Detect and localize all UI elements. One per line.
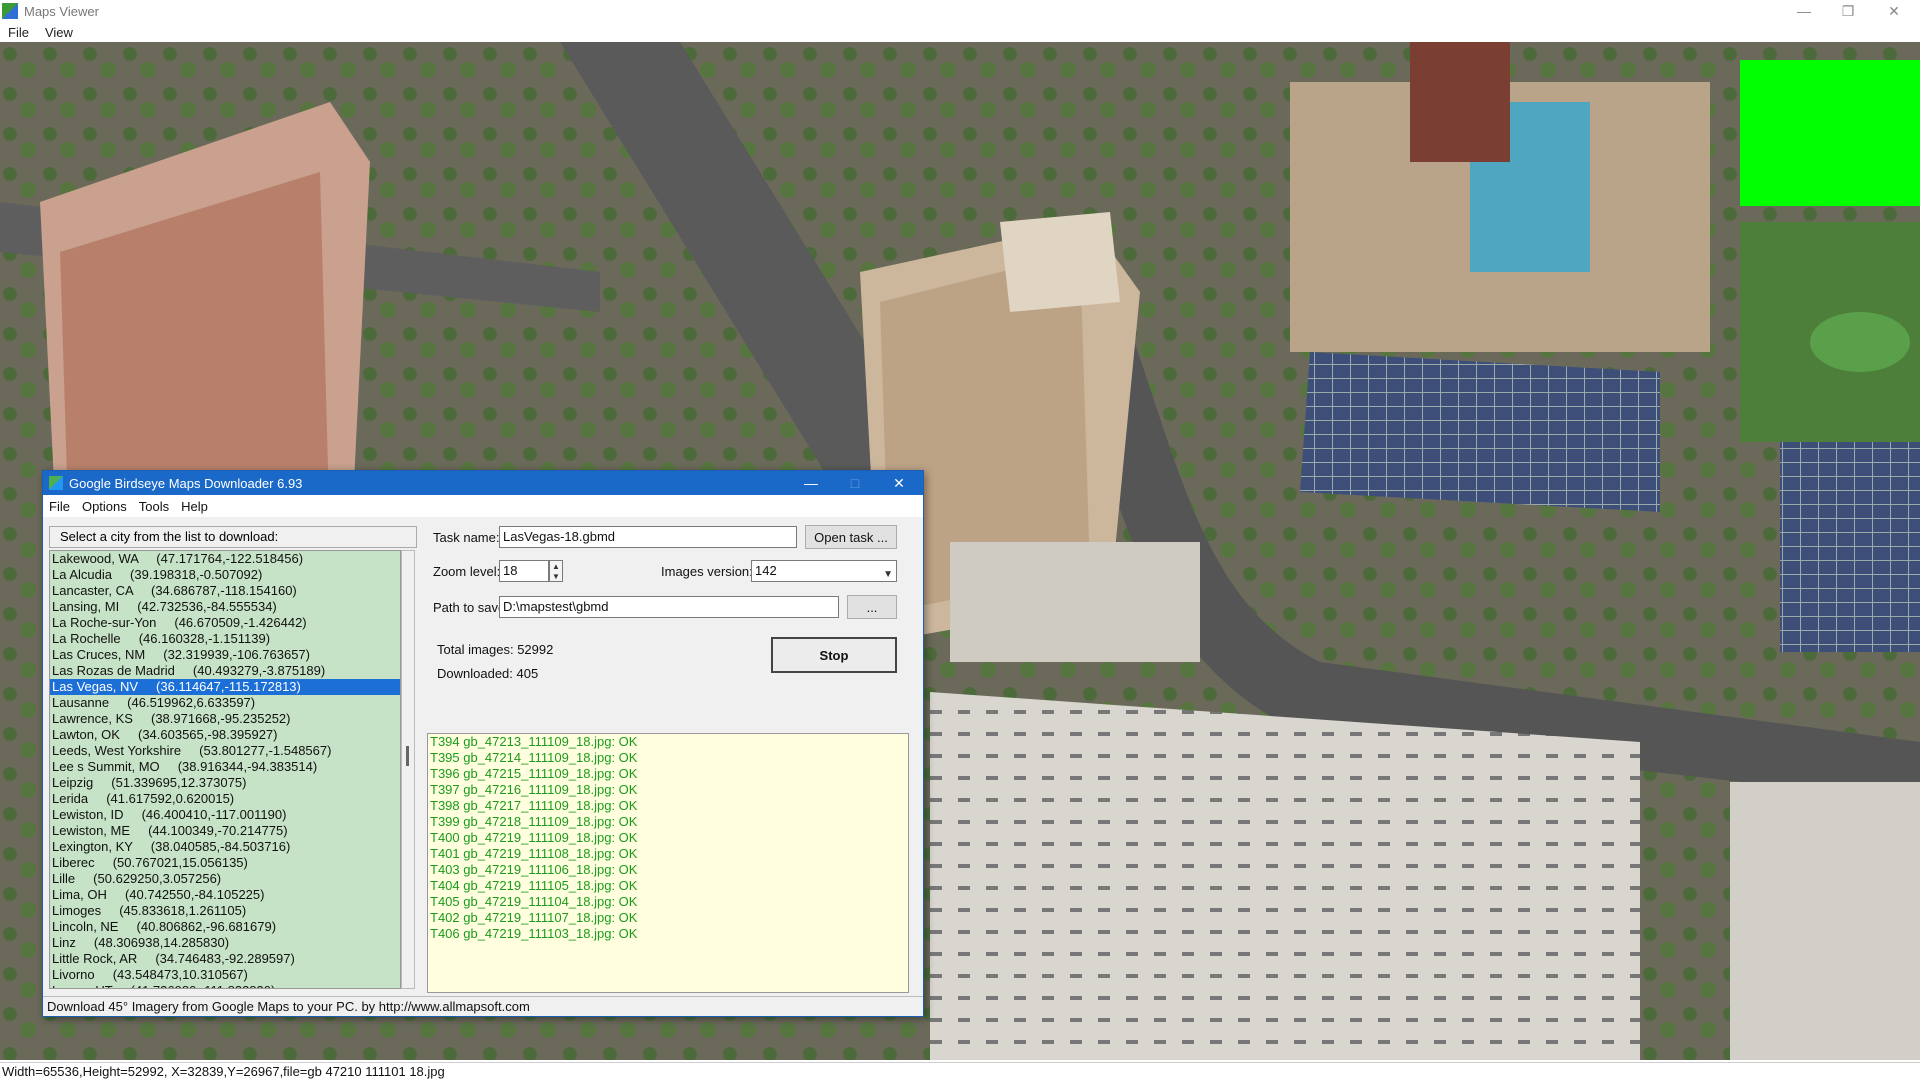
city-list-item[interactable]: Lewiston, ID (46.400410,-117.001190) <box>50 807 400 823</box>
city-list-item[interactable]: Linz (48.306938,14.285830) <box>50 935 400 951</box>
browse-button[interactable]: ... <box>847 595 897 619</box>
minimize-icon[interactable]: — <box>1782 0 1826 22</box>
city-list-item[interactable]: Lancaster, CA (34.686787,-118.154160) <box>50 583 400 599</box>
city-list-item[interactable]: Lille (50.629250,3.057256) <box>50 871 400 887</box>
city-list-item[interactable]: Las Cruces, NM (32.319939,-106.763657) <box>50 647 400 663</box>
log-line: T405 gb_47219_111104_18.jpg: OK <box>430 894 638 909</box>
city-list-item[interactable]: La Roche-sur-Yon (46.670509,-1.426442) <box>50 615 400 631</box>
city-list[interactable]: Lakewood, WA (47.171764,-122.518456) La A… <box>49 550 401 989</box>
city-list-scrollbar[interactable] <box>401 550 415 989</box>
log-line: T400 gb_47219_111109_18.jpg: OK <box>430 830 638 845</box>
images-version-value: 142 <box>755 563 777 578</box>
city-list-item[interactable]: Little Rock, AR (34.746483,-92.289597) <box>50 951 400 967</box>
path-label: Path to save: <box>433 600 509 615</box>
zoom-level-label: Zoom level: <box>433 564 501 579</box>
close-icon[interactable]: ✕ <box>1872 0 1916 22</box>
task-name-label: Task name: <box>433 530 500 545</box>
main-titlebar: Maps Viewer — ❐ ✕ <box>0 0 1920 22</box>
dialog-menu-options[interactable]: Options <box>76 499 133 514</box>
menu-file[interactable]: File <box>0 25 37 40</box>
city-list-item[interactable]: La Rochelle (46.160328,-1.151139) <box>50 631 400 647</box>
window-title: Maps Viewer <box>24 3 99 19</box>
dialog-menubar: File Options Tools Help <box>43 495 923 517</box>
dialog-minimize-icon[interactable]: — <box>789 471 833 495</box>
task-name-field[interactable]: LasVegas-18.gbmd <box>499 526 797 548</box>
log-line: T406 gb_47219_111103_18.jpg: OK <box>430 926 638 941</box>
city-list-label: Select a city from the list to download: <box>49 526 417 548</box>
log-line: T395 gb_47214_111109_18.jpg: OK <box>430 750 638 765</box>
city-list-item[interactable]: Lima, OH (40.742550,-84.105225) <box>50 887 400 903</box>
log-line: T398 gb_47217_111109_18.jpg: OK <box>430 798 638 813</box>
log-line: T397 gb_47216_111109_18.jpg: OK <box>430 782 638 797</box>
city-list-item[interactable]: Livorno (43.548473,10.310567) <box>50 967 400 983</box>
city-list-item[interactable]: Lexington, KY (38.040585,-84.503716) <box>50 839 400 855</box>
app-icon <box>2 3 18 19</box>
main-status-bar: Width=65536,Height=52992, X=32839,Y=2696… <box>0 1062 1920 1080</box>
city-list-item[interactable]: Lakewood, WA (47.171764,-122.518456) <box>50 551 400 567</box>
path-field[interactable]: D:\mapstest\gbmd <box>499 596 839 618</box>
log-line: T396 gb_47215_111109_18.jpg: OK <box>430 766 638 781</box>
images-version-select[interactable]: 142 ▼ <box>751 560 897 582</box>
log-line: T404 gb_47219_111105_18.jpg: OK <box>430 878 638 893</box>
city-list-item[interactable]: Las Vegas, NV (36.114647,-115.172813) <box>50 679 400 695</box>
stop-button[interactable]: Stop <box>771 637 897 673</box>
dialog-titlebar: Google Birdseye Maps Downloader 6.93 — □… <box>43 471 923 495</box>
zoom-level-field[interactable]: 18 <box>499 560 549 582</box>
downloader-app-icon <box>49 476 63 490</box>
city-list-item[interactable]: Lansing, MI (42.732536,-84.555534) <box>50 599 400 615</box>
city-list-item[interactable]: Logan, UT (41.736980,-111.833830) <box>50 983 400 988</box>
city-list-item[interactable]: Lawrence, KS (38.971668,-95.235252) <box>50 711 400 727</box>
city-list-item[interactable]: Lincoln, NE (40.806862,-96.681679) <box>50 919 400 935</box>
city-list-item[interactable]: Lerida (41.617592,0.620015) <box>50 791 400 807</box>
city-list-item[interactable]: Lee s Summit, MO (38.916344,-94.383514) <box>50 759 400 775</box>
log-line: T401 gb_47219_111108_18.jpg: OK <box>430 846 638 861</box>
zoom-stepper[interactable]: ▲ ▼ <box>549 560 563 582</box>
total-images: Total images: 52992 <box>437 642 554 657</box>
images-version-label: Images version: <box>661 564 753 579</box>
dialog-status-bar: Download 45° Imagery from Google Maps to… <box>43 996 923 1016</box>
city-list-item[interactable]: Lawton, OK (34.603565,-98.395927) <box>50 727 400 743</box>
open-task-button[interactable]: Open task ... <box>805 525 897 549</box>
restore-icon[interactable]: ❐ <box>1826 0 1870 22</box>
log-line: T394 gb_47213_111109_18.jpg: OK <box>430 734 638 749</box>
city-list-item[interactable]: Las Rozas de Madrid (40.493279,-3.875189… <box>50 663 400 679</box>
downloader-dialog: Google Birdseye Maps Downloader 6.93 — □… <box>42 470 924 1017</box>
dropdown-arrow-icon: ▼ <box>883 569 893 580</box>
city-list-item[interactable]: Limoges (45.833618,1.261105) <box>50 903 400 919</box>
city-list-item[interactable]: Leipzig (51.339695,12.373075) <box>50 775 400 791</box>
log-line: T399 gb_47218_111109_18.jpg: OK <box>430 814 638 829</box>
dialog-maximize-icon: □ <box>850 475 860 491</box>
log-line: T402 gb_47219_111107_18.jpg: OK <box>430 910 638 925</box>
city-list-item[interactable]: Leeds, West Yorkshire (53.801277,-1.5485… <box>50 743 400 759</box>
current-tile-marker <box>1740 60 1920 206</box>
city-list-item[interactable]: Lewiston, ME (44.100349,-70.214775) <box>50 823 400 839</box>
dialog-menu-tools[interactable]: Tools <box>133 499 175 514</box>
dialog-menu-help[interactable]: Help <box>175 499 214 514</box>
city-list-item[interactable]: Lausanne (46.519962,6.633597) <box>50 695 400 711</box>
log-horizontal-scrollbar[interactable] <box>428 978 908 992</box>
downloaded-count: Downloaded: 405 <box>437 666 539 681</box>
menu-view[interactable]: View <box>37 25 81 40</box>
download-log[interactable]: T394 gb_47213_111109_18.jpg: OK T395 gb_4… <box>427 733 909 993</box>
main-menubar: File View <box>0 22 1920 42</box>
dialog-menu-file[interactable]: File <box>43 499 76 514</box>
city-list-item[interactable]: Liberec (50.767021,15.056135) <box>50 855 400 871</box>
dialog-close-icon[interactable]: ✕ <box>877 471 921 495</box>
dialog-title: Google Birdseye Maps Downloader 6.93 <box>69 475 303 491</box>
city-list-item[interactable]: La Alcudia (39.198318,-0.507092) <box>50 567 400 583</box>
log-line: T403 gb_47219_111106_18.jpg: OK <box>430 862 638 877</box>
log-vertical-scrollbar[interactable] <box>894 734 908 992</box>
